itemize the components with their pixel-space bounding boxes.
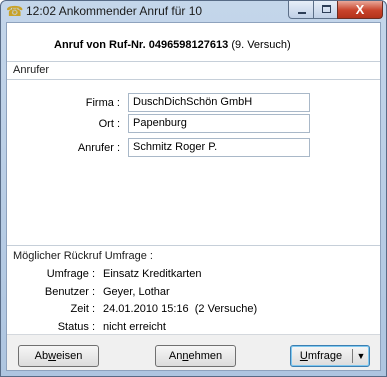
minimize-button[interactable] <box>288 1 314 19</box>
dropdown-arrow-icon[interactable]: ▼ <box>353 346 369 366</box>
umfrage-label: Umfrage : <box>46 268 95 280</box>
maximize-icon <box>322 5 331 13</box>
caller-number: Anruf von Ruf-Nr. 0496598127613 <box>54 39 229 51</box>
benutzer-value: Geyer, Lothar <box>103 286 170 298</box>
abweisen-label-start: Ab <box>34 350 49 362</box>
anrufer-field[interactable]: Schmitz Roger P. <box>128 138 310 157</box>
status-value: nicht erreicht <box>103 321 166 333</box>
close-button[interactable]: X <box>337 1 383 19</box>
annehmen-label-start: An <box>168 350 183 362</box>
section-label-rueckruf: Möglicher Rückruf Umfrage : <box>13 250 153 262</box>
ort-label: Ort : <box>98 118 120 130</box>
button-bar: Abweisen Annehmen Umfrage ▼ <box>7 334 380 370</box>
zeit-label: Zeit : <box>70 303 95 315</box>
maximize-button[interactable] <box>313 1 338 19</box>
umfrage-label: mfrage <box>307 350 343 362</box>
firma-field[interactable]: DuschDichSchön GmbH <box>128 93 310 112</box>
status-label: Status : <box>57 321 95 333</box>
zeit-value: 24.01.2010 15:16 (2 Versuche) <box>103 303 258 315</box>
phone-icon: ☎ <box>6 3 24 19</box>
divider <box>7 61 380 62</box>
annehmen-button[interactable]: Annehmen <box>155 345 236 367</box>
window-title: 12:02 Ankommender Anruf für 10 <box>26 4 203 18</box>
title-bar[interactable]: ☎ 12:02 Ankommender Anruf für 10 X <box>1 1 386 22</box>
close-icon: X <box>355 2 365 17</box>
ort-field[interactable]: Papenburg <box>128 114 310 133</box>
umfrage-value: Einsatz Kreditkarten <box>103 268 202 280</box>
benutzer-label: Benutzer : <box>44 286 95 298</box>
umfrage-accesskey: U <box>299 350 308 362</box>
abweisen-label-end: eisen <box>56 350 83 362</box>
incoming-call-dialog: ☎ 12:02 Ankommender Anruf für 10 X Anruf… <box>0 0 387 377</box>
minimize-icon <box>298 12 306 14</box>
abweisen-button[interactable]: Abweisen <box>18 345 99 367</box>
call-heading: Anruf von Ruf-Nr. 0496598127613 (9. Vers… <box>54 39 291 51</box>
attempt-count: (9. Versuch) <box>231 39 291 51</box>
anrufer-label: Anrufer : <box>77 142 120 154</box>
dialog-body: Anruf von Ruf-Nr. 0496598127613 (9. Vers… <box>6 22 381 371</box>
annehmen-label-end: ehmen <box>188 350 223 362</box>
abweisen-accesskey: w <box>48 350 57 362</box>
umfrage-split-button[interactable]: Umfrage ▼ <box>290 345 370 367</box>
divider <box>7 245 380 246</box>
section-label-anrufer: Anrufer <box>13 64 50 76</box>
umfrage-button[interactable]: Umfrage <box>291 346 351 366</box>
divider <box>7 79 380 80</box>
firma-label: Firma : <box>85 97 120 109</box>
